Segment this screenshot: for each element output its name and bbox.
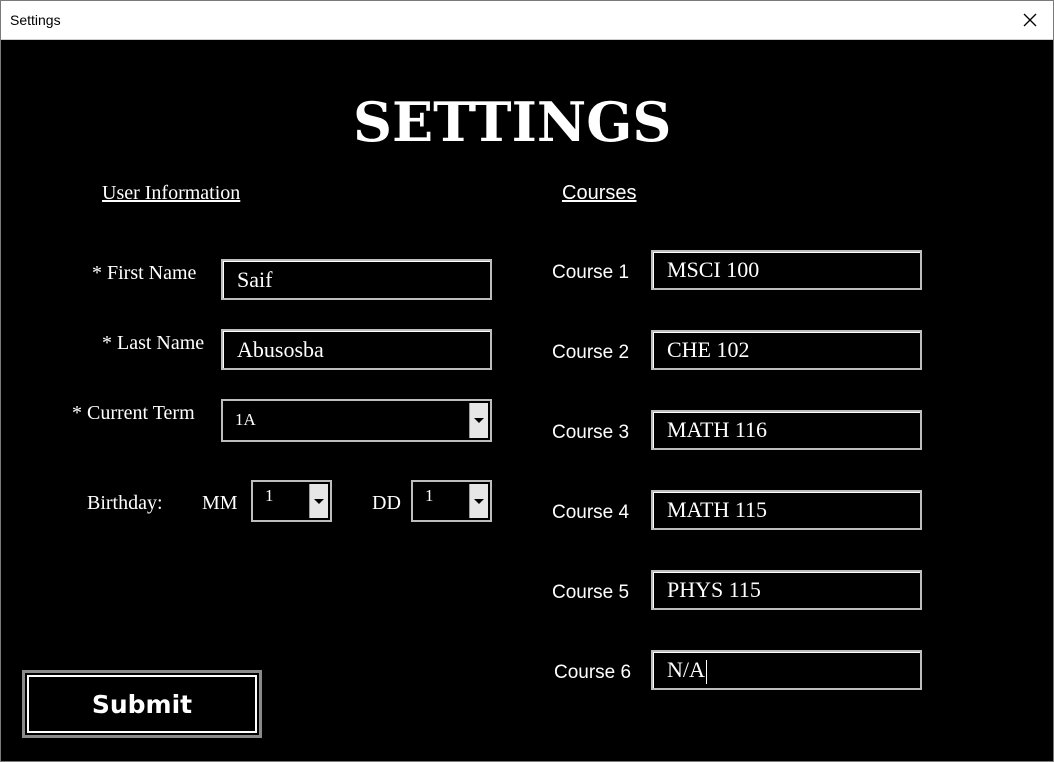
course-6-field[interactable]: N/A	[651, 650, 922, 690]
user-information-heading: User Information	[102, 182, 241, 204]
course-3-field[interactable]: MATH 116	[651, 410, 922, 450]
course-4-field[interactable]: MATH 115	[651, 490, 922, 530]
close-button[interactable]	[1007, 1, 1053, 39]
current-term-label: * Current Term	[72, 402, 195, 424]
course-5-label: Course 5	[552, 582, 630, 603]
course-5-field[interactable]: PHYS 115	[651, 570, 922, 610]
birth-day-value: 1	[425, 486, 434, 505]
settings-window: Settings SETTINGS User Information * Fir…	[0, 0, 1054, 762]
first-name-label: * First Name	[92, 262, 197, 284]
course-4-label: Course 4	[552, 502, 630, 523]
chevron-down-icon	[474, 498, 484, 504]
close-icon	[1023, 13, 1037, 27]
course-2-label: Course 2	[552, 342, 630, 363]
course-1-label: Course 1	[552, 262, 630, 283]
month-label: MM	[202, 492, 238, 514]
course-3-label: Course 3	[552, 422, 630, 443]
course-1-field[interactable]: MSCI 100	[651, 250, 922, 290]
submit-label: Submit	[27, 675, 257, 733]
birth-month-select[interactable]: 1	[251, 480, 332, 522]
birthday-label: Birthday:	[87, 492, 163, 514]
last-name-field[interactable]: Abusosba	[221, 329, 492, 370]
submit-button[interactable]: Submit	[22, 670, 262, 738]
chevron-down-icon	[474, 418, 484, 423]
birth-month-dropdown-button[interactable]	[309, 484, 328, 518]
birth-month-value: 1	[265, 486, 274, 505]
window-title: Settings	[10, 12, 61, 28]
first-name-field[interactable]: Saif	[221, 259, 492, 300]
current-term-select[interactable]: 1A	[221, 399, 492, 442]
day-label: DD	[372, 492, 401, 514]
settings-form: SETTINGS User Information * First Name S…	[1, 40, 1053, 761]
birth-day-select[interactable]: 1	[411, 480, 492, 522]
course-2-field[interactable]: CHE 102	[651, 330, 922, 370]
current-term-value: 1A	[235, 410, 256, 429]
text-cursor	[705, 659, 707, 684]
birth-day-dropdown-button[interactable]	[469, 484, 488, 518]
chevron-down-icon	[314, 498, 324, 504]
current-term-dropdown-button[interactable]	[469, 403, 488, 438]
course-6-label: Course 6	[554, 662, 632, 683]
last-name-label: * Last Name	[102, 332, 205, 354]
course-6-value: N/A	[667, 657, 705, 682]
page-title: SETTINGS	[353, 90, 672, 154]
title-bar: Settings	[1, 1, 1053, 40]
courses-heading: Courses	[562, 182, 637, 204]
